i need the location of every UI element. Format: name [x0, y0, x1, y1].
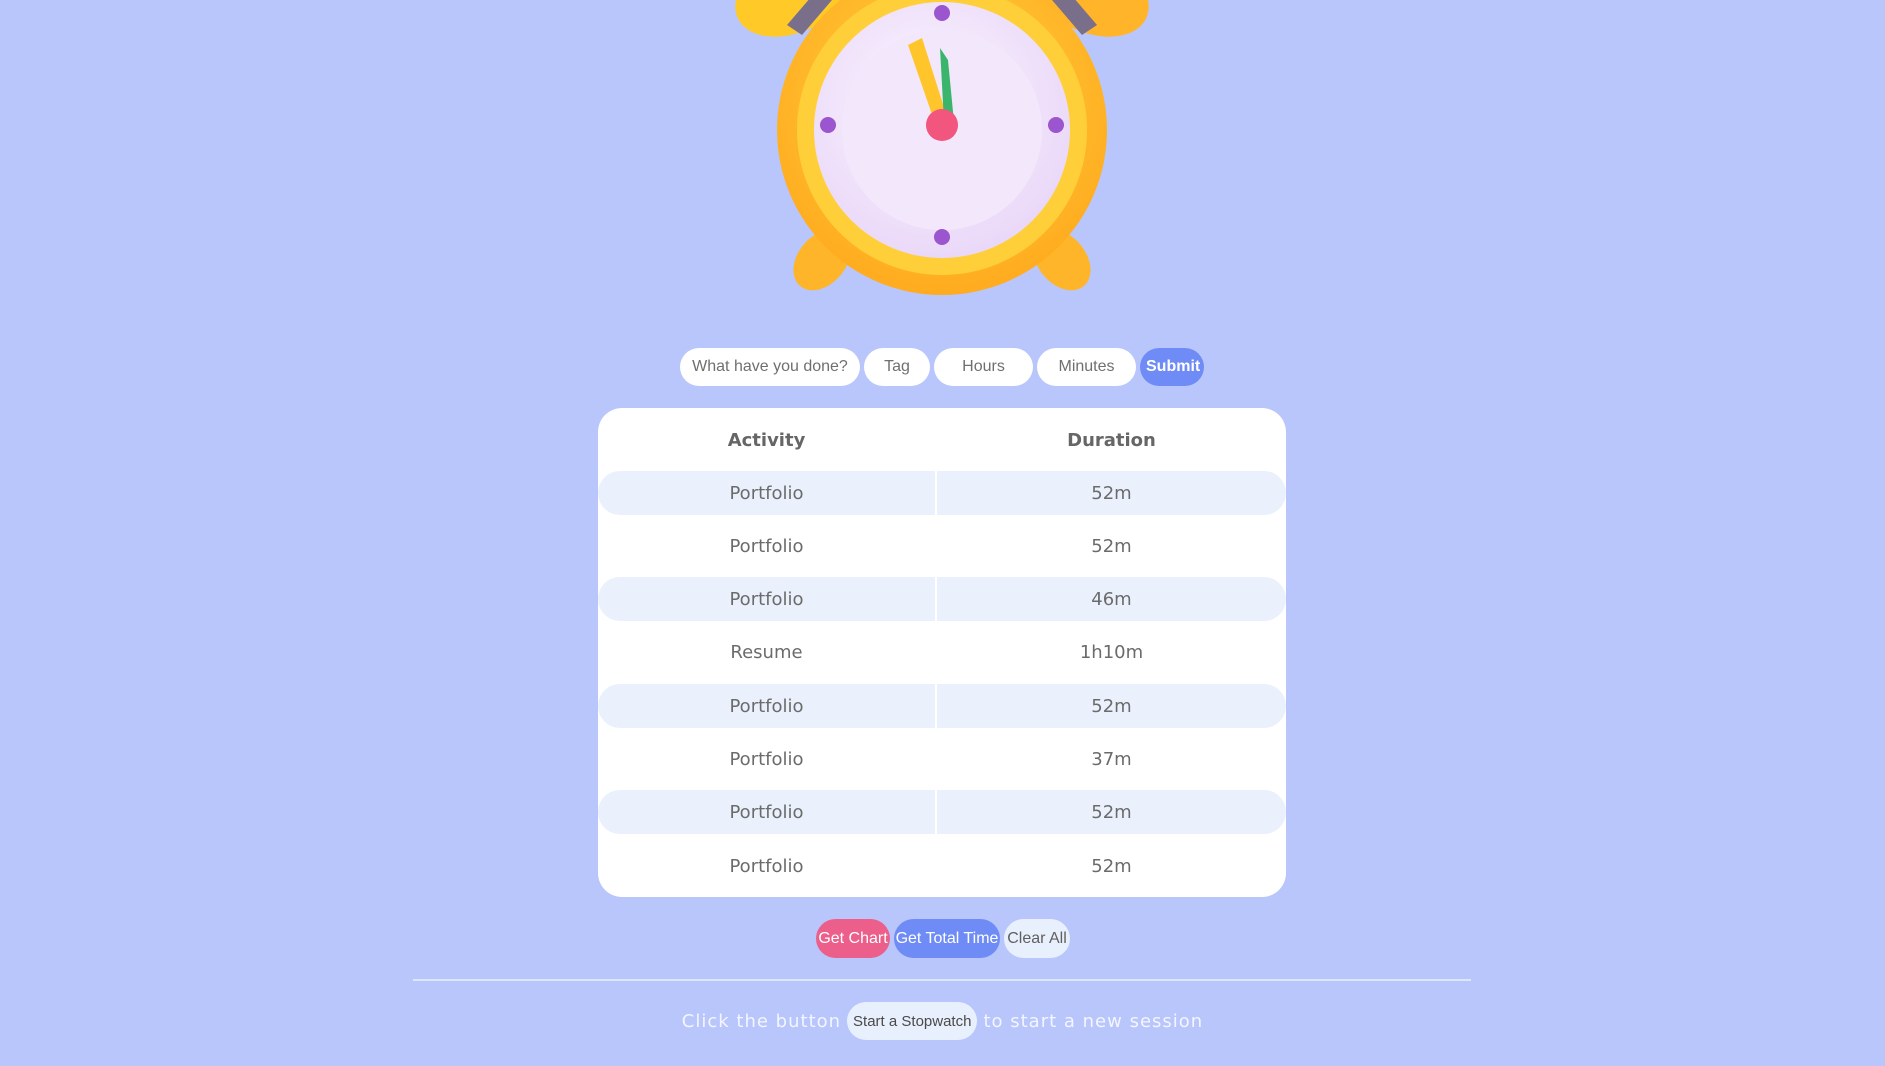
- action-bar: Get Chart Get Total Time Clear All: [816, 919, 1070, 958]
- footer-suffix-text: to start a new session: [983, 1010, 1204, 1032]
- table-row: Resume 1h10m: [598, 630, 1286, 674]
- duration-cell: 52m: [1091, 535, 1132, 557]
- activity-cell: Portfolio: [729, 535, 804, 557]
- table-header: Activity Duration: [598, 418, 1286, 458]
- activity-cell: Portfolio: [729, 855, 804, 877]
- duration-cell: 37m: [1091, 748, 1132, 770]
- footer-prompt: Click the button Start a Stopwatch to st…: [0, 1002, 1885, 1040]
- table-row: Portfolio 46m: [598, 577, 1286, 621]
- duration-cell: 52m: [937, 684, 1286, 728]
- duration-column-header: Duration: [1067, 429, 1156, 451]
- activity-cell: Portfolio: [598, 577, 935, 621]
- table-row: Portfolio 37m: [598, 737, 1286, 781]
- clear-all-button[interactable]: Clear All: [1004, 919, 1070, 958]
- activity-cell: Portfolio: [598, 471, 935, 515]
- entry-form: Submit: [680, 348, 1204, 386]
- divider: [413, 979, 1471, 981]
- activity-input[interactable]: [680, 348, 860, 386]
- alarm-clock-icon: [722, 0, 1162, 300]
- duration-cell: 52m: [937, 471, 1286, 515]
- activity-cell: Resume: [730, 641, 803, 663]
- submit-button[interactable]: Submit: [1140, 348, 1204, 386]
- table-row: Portfolio 52m: [598, 471, 1286, 515]
- minutes-input[interactable]: [1037, 348, 1136, 386]
- table-row: Portfolio 52m: [598, 684, 1286, 728]
- start-stopwatch-button[interactable]: Start a Stopwatch: [847, 1002, 978, 1040]
- duration-cell: 46m: [937, 577, 1286, 621]
- hours-input[interactable]: [934, 348, 1033, 386]
- table-row: Portfolio 52m: [598, 844, 1286, 888]
- activity-column-header: Activity: [727, 429, 806, 451]
- footer-prefix-text: Click the button: [681, 1010, 842, 1032]
- duration-cell: 52m: [1091, 855, 1132, 877]
- tag-input[interactable]: [864, 348, 930, 386]
- get-total-time-button[interactable]: Get Total Time: [894, 919, 1000, 958]
- table-row: Portfolio 52m: [598, 790, 1286, 834]
- duration-cell: 1h10m: [1079, 641, 1144, 663]
- activity-cell: Portfolio: [729, 748, 804, 770]
- activity-cell: Portfolio: [598, 790, 935, 834]
- duration-cell: 52m: [937, 790, 1286, 834]
- activity-table: Activity Duration Portfolio 52m Portfoli…: [598, 408, 1286, 897]
- table-row: Portfolio 52m: [598, 524, 1286, 568]
- get-chart-button[interactable]: Get Chart: [816, 919, 890, 958]
- activity-cell: Portfolio: [598, 684, 935, 728]
